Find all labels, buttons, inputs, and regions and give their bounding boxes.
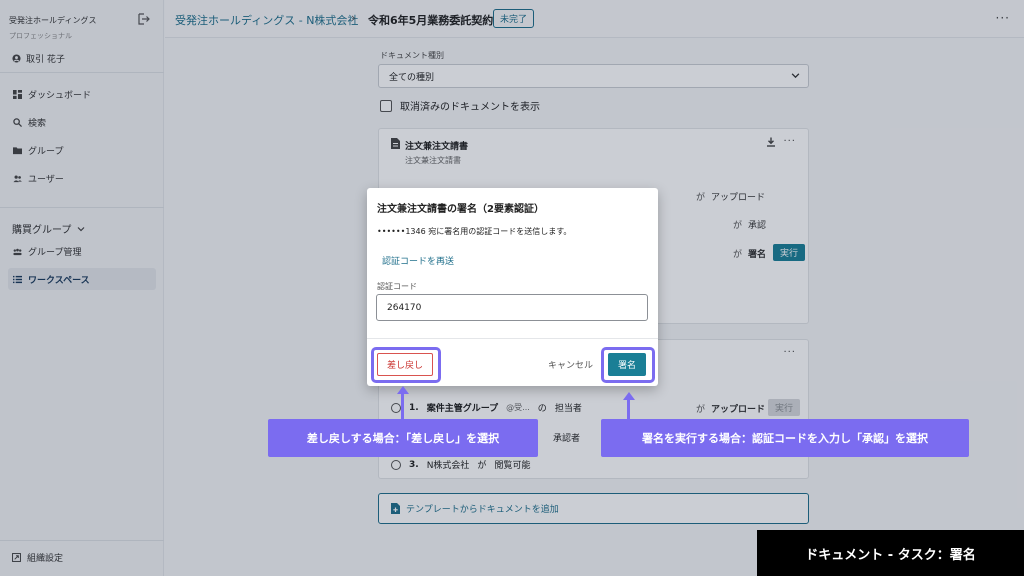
cancel-button[interactable]: キャンセル [548, 358, 593, 371]
resend-code-link[interactable]: 認証コードを再送 [382, 254, 454, 267]
code-label: 認証コード [377, 282, 417, 291]
caption-banner: ドキュメント - タスク：署名 [757, 530, 1024, 576]
modal-description: ••••••1346 宛に署名用の認証コードを送信します。 [377, 227, 572, 236]
highlight-sign [601, 347, 655, 383]
arrow-up-icon [623, 392, 635, 400]
callout-right: 署名を実行する場合：認証コードを入力し「承認」を選択 [601, 419, 969, 457]
modal-title: 注文兼注文請書の署名（2要素認証） [377, 204, 544, 215]
auth-code-input[interactable]: 264170 [376, 294, 648, 321]
annotation-line-right [627, 400, 630, 419]
callout-left: 差し戻しする場合：「差し戻し」を選択 [268, 419, 538, 457]
app-frame: 受発注ホールディングス プロフェッショナル 取引 花子 ダッシュボード 検索 グ… [0, 0, 1024, 576]
annotation-line-left [401, 392, 404, 419]
arrow-up-icon [397, 386, 409, 394]
modal-divider [367, 338, 658, 339]
highlight-return [371, 347, 441, 383]
